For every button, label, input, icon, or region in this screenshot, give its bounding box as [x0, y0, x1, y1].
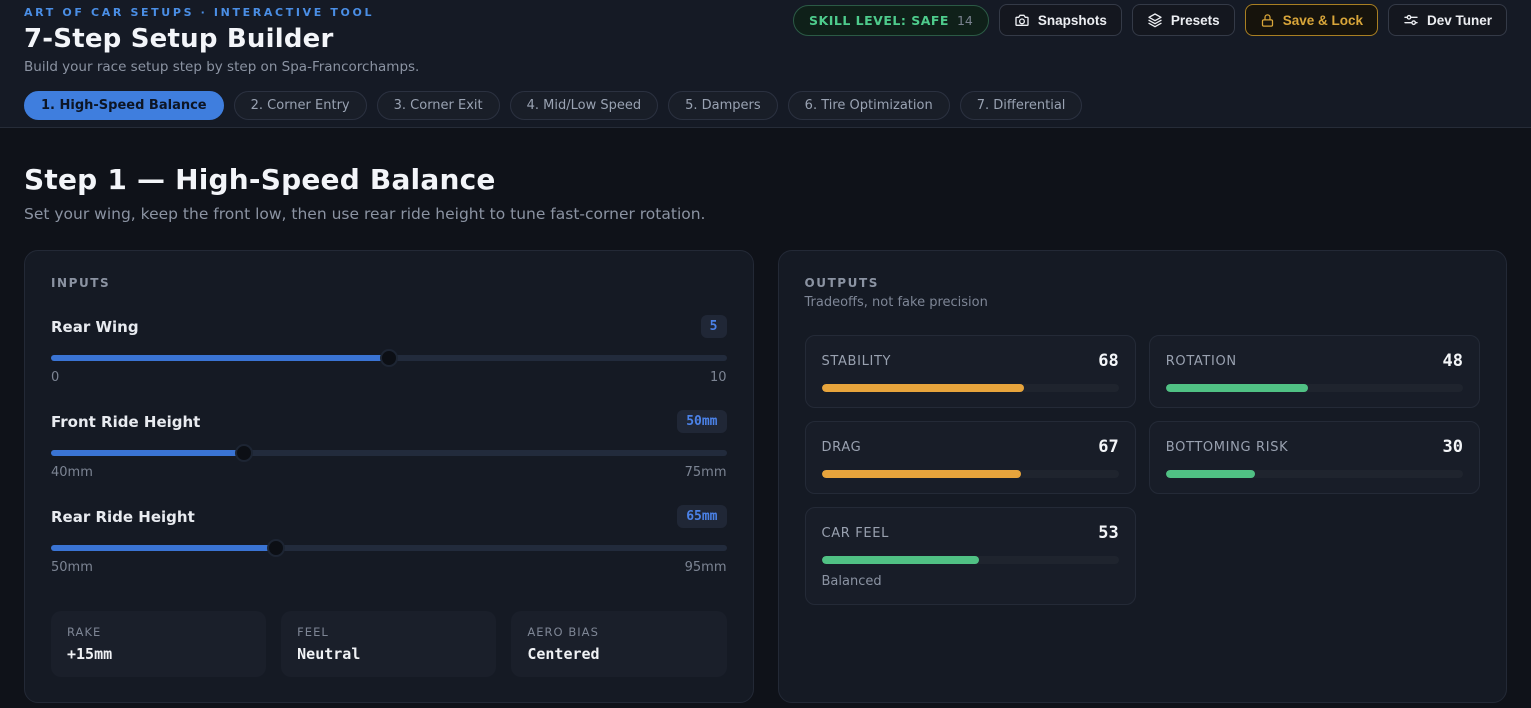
bottoming-risk-metric: BOTTOMING RISK 30 — [1148, 421, 1480, 494]
metrics-grid: STABILITY 68 ROTATION 48 DRAG 67 BOTTOMI… — [804, 335, 1480, 605]
bottoming-risk-bar-fill — [1165, 470, 1255, 478]
inputs-section-label: INPUTS — [51, 276, 111, 290]
car-feel-metric: CAR FEEL 53 Balanced — [804, 507, 1136, 605]
slider-row-front-ride-height: Front Ride Height 50mm 40mm 75mm — [51, 410, 727, 480]
drag-metric: DRAG 67 — [804, 421, 1136, 494]
rear-ride-height-slider-thumb[interactable] — [266, 539, 285, 557]
tab-step-4[interactable]: 4. Mid/Low Speed — [509, 91, 659, 120]
stability-value: 68 — [1098, 351, 1119, 371]
front-ride-height-slider-fill — [51, 450, 245, 456]
snapshots-button[interactable]: Snapshots — [998, 4, 1122, 36]
aero-bias-value: Centered — [527, 645, 600, 663]
stability-bar — [821, 384, 1119, 392]
car-feel-bar — [821, 556, 1119, 564]
front-ride-height-label: Front Ride Height — [51, 412, 201, 431]
rear-ride-height-value-badge: 65mm — [677, 505, 727, 528]
front-ride-height-value-badge: 50mm — [677, 410, 727, 433]
rotation-bar — [1165, 384, 1463, 392]
rake-value: +15mm — [67, 645, 113, 663]
step-title: Step 1 — High-Speed Balance — [24, 163, 496, 196]
drag-bar-fill — [821, 470, 1021, 478]
header-actions: SKILL LEVEL: SAFE 14 Snapshots Presets S… — [793, 4, 1507, 36]
rake-label: RAKE — [67, 625, 102, 639]
rear-wing-value-badge: 5 — [700, 315, 727, 338]
front-ride-height-max-label: 75mm — [684, 465, 727, 480]
outputs-section-label: OUTPUTS — [804, 276, 879, 290]
camera-icon — [1014, 12, 1030, 28]
rear-wing-slider-thumb[interactable] — [379, 349, 398, 367]
bottoming-risk-bar — [1165, 470, 1463, 478]
rear-wing-label: Rear Wing — [51, 317, 139, 336]
layers-icon — [1147, 12, 1163, 28]
aero-bias-stat: AERO BIAS Centered — [511, 611, 727, 677]
front-ride-height-min-label: 40mm — [51, 465, 93, 480]
lock-icon — [1260, 13, 1275, 28]
rotation-label: ROTATION — [1165, 353, 1237, 369]
save-lock-button[interactable]: Save & Lock — [1244, 4, 1378, 36]
front-ride-height-slider[interactable] — [51, 444, 727, 462]
sliders-icon — [1403, 12, 1419, 28]
tab-step-1[interactable]: 1. High-Speed Balance — [24, 91, 224, 120]
rear-wing-min-label: 0 — [51, 370, 60, 385]
rear-wing-slider[interactable] — [51, 349, 727, 367]
car-feel-label: CAR FEEL — [821, 525, 889, 541]
feel-stat: FEEL Neutral — [281, 611, 497, 677]
rotation-bar-fill — [1165, 384, 1309, 392]
derived-stats: RAKE +15mm FEEL Neutral AERO BIAS Center… — [51, 611, 727, 677]
dev-tuner-button[interactable]: Dev Tuner — [1387, 4, 1507, 36]
dev-tuner-label: Dev Tuner — [1426, 12, 1492, 28]
presets-label: Presets — [1170, 12, 1220, 28]
outputs-section-subtitle: Tradeoffs, not fake precision — [804, 295, 988, 310]
tab-step-2[interactable]: 2. Corner Entry — [233, 91, 367, 120]
bottoming-risk-label: BOTTOMING RISK — [1165, 439, 1289, 455]
rear-ride-height-min-label: 50mm — [51, 560, 93, 575]
outputs-card: OUTPUTS Tradeoffs, not fake precision ST… — [777, 250, 1507, 703]
front-ride-height-slider-thumb[interactable] — [235, 444, 254, 462]
stability-label: STABILITY — [821, 353, 892, 369]
tab-step-3[interactable]: 3. Corner Exit — [376, 91, 500, 120]
snapshots-label: Snapshots — [1037, 12, 1107, 28]
skill-level-label: SKILL LEVEL: SAFE — [809, 12, 949, 28]
aero-bias-label: AERO BIAS — [527, 625, 599, 639]
rear-ride-height-max-label: 95mm — [684, 560, 727, 575]
skill-level-badge: SKILL LEVEL: SAFE 14 — [793, 4, 989, 36]
rear-ride-height-label: Rear Ride Height — [51, 507, 195, 526]
slider-row-rear-wing: Rear Wing 5 0 10 — [51, 315, 727, 385]
rear-ride-height-slider-fill — [51, 545, 276, 551]
car-feel-note: Balanced — [821, 574, 882, 589]
cards-row: INPUTS Rear Wing 5 0 10 Front Ride Heigh… — [24, 250, 1507, 703]
car-feel-bar-fill — [821, 556, 980, 564]
tab-step-5[interactable]: 5. Dampers — [668, 91, 778, 120]
rake-stat: RAKE +15mm — [51, 611, 267, 677]
step-tabs: 1. High-Speed Balance 2. Corner Entry 3.… — [24, 91, 1507, 120]
step-description: Set your wing, keep the front low, then … — [24, 205, 706, 223]
rear-wing-slider-fill — [51, 355, 389, 361]
drag-bar — [821, 470, 1119, 478]
tab-step-6[interactable]: 6. Tire Optimization — [787, 91, 950, 120]
tab-step-7[interactable]: 7. Differential — [959, 91, 1083, 120]
feel-value: Neutral — [297, 645, 361, 663]
rear-wing-max-label: 10 — [709, 370, 727, 385]
presets-button[interactable]: Presets — [1131, 4, 1235, 36]
stability-metric: STABILITY 68 — [804, 335, 1136, 408]
drag-label: DRAG — [821, 439, 862, 455]
rear-ride-height-slider[interactable] — [51, 539, 727, 557]
rotation-metric: ROTATION 48 — [1148, 335, 1480, 408]
app-subtitle: Build your race setup step by step on Sp… — [24, 59, 420, 75]
drag-value: 67 — [1098, 437, 1119, 457]
stability-bar-fill — [821, 384, 1024, 392]
feel-label: FEEL — [297, 625, 329, 639]
app-header: ART OF CAR SETUPS · INTERACTIVE TOOL 7-S… — [0, 0, 1531, 128]
slider-row-rear-ride-height: Rear Ride Height 65mm 50mm 95mm — [51, 505, 727, 575]
car-feel-value: 53 — [1098, 523, 1119, 543]
bottoming-risk-value: 30 — [1442, 437, 1463, 457]
save-lock-label: Save & Lock — [1282, 12, 1363, 28]
inputs-card: INPUTS Rear Wing 5 0 10 Front Ride Heigh… — [24, 250, 754, 703]
skill-level-count: 14 — [956, 12, 973, 28]
rotation-value: 48 — [1442, 351, 1463, 371]
main-content: Step 1 — High-Speed Balance Set your win… — [0, 128, 1531, 703]
